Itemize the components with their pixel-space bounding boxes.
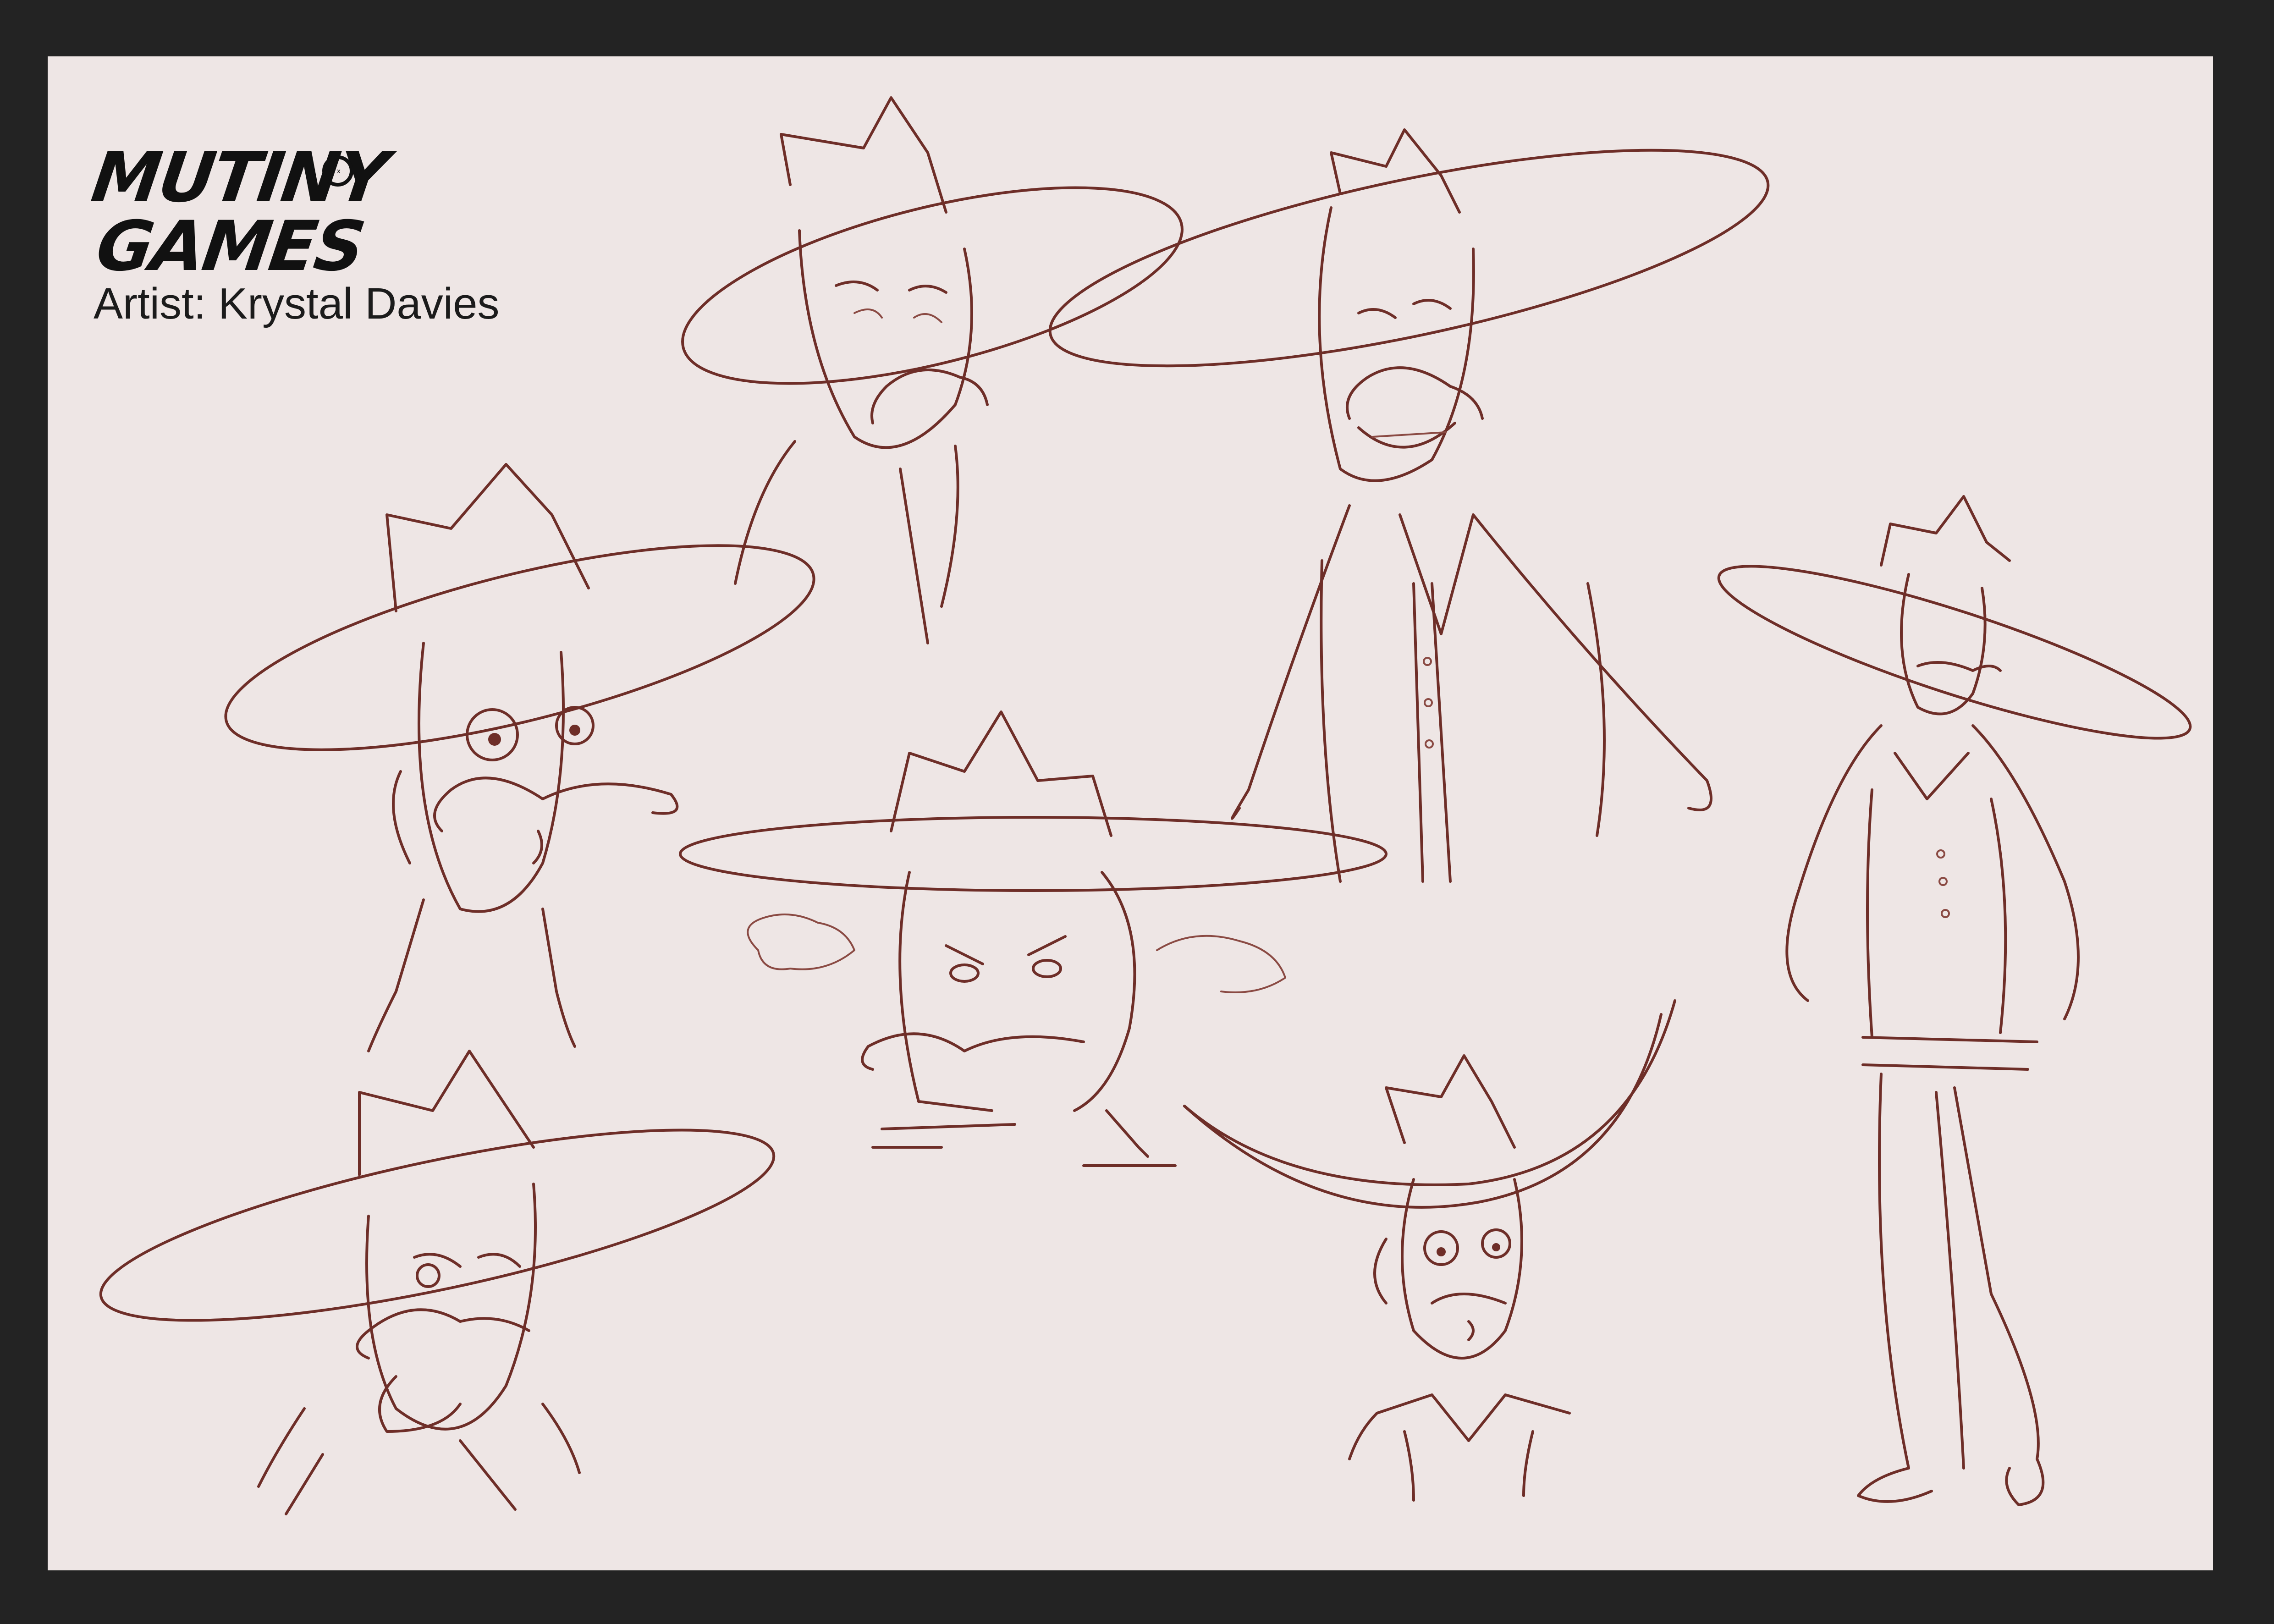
sketch-cowboy-head-scheming: [99, 1050, 776, 1515]
sketch-cowboy-head-surprised: [224, 463, 815, 1052]
sketch-cowboy-bust-grinning: [1048, 128, 1770, 883]
sketch-cowboy-head-angry: [679, 710, 1388, 1167]
canvas-frame: MUTINY GAMES x x Artist: Krystal Davies: [0, 0, 2274, 1624]
sketch-sheet: MUTINY GAMES x x Artist: Krystal Davies: [48, 56, 2213, 1570]
sketch-cowboy-head-sad: [681, 96, 1184, 644]
sketch-cowboy-full-body: [1717, 495, 2192, 1506]
sketch-cowboy-head-nervous: [1183, 999, 1676, 1502]
character-sketches: [99, 96, 2192, 1515]
